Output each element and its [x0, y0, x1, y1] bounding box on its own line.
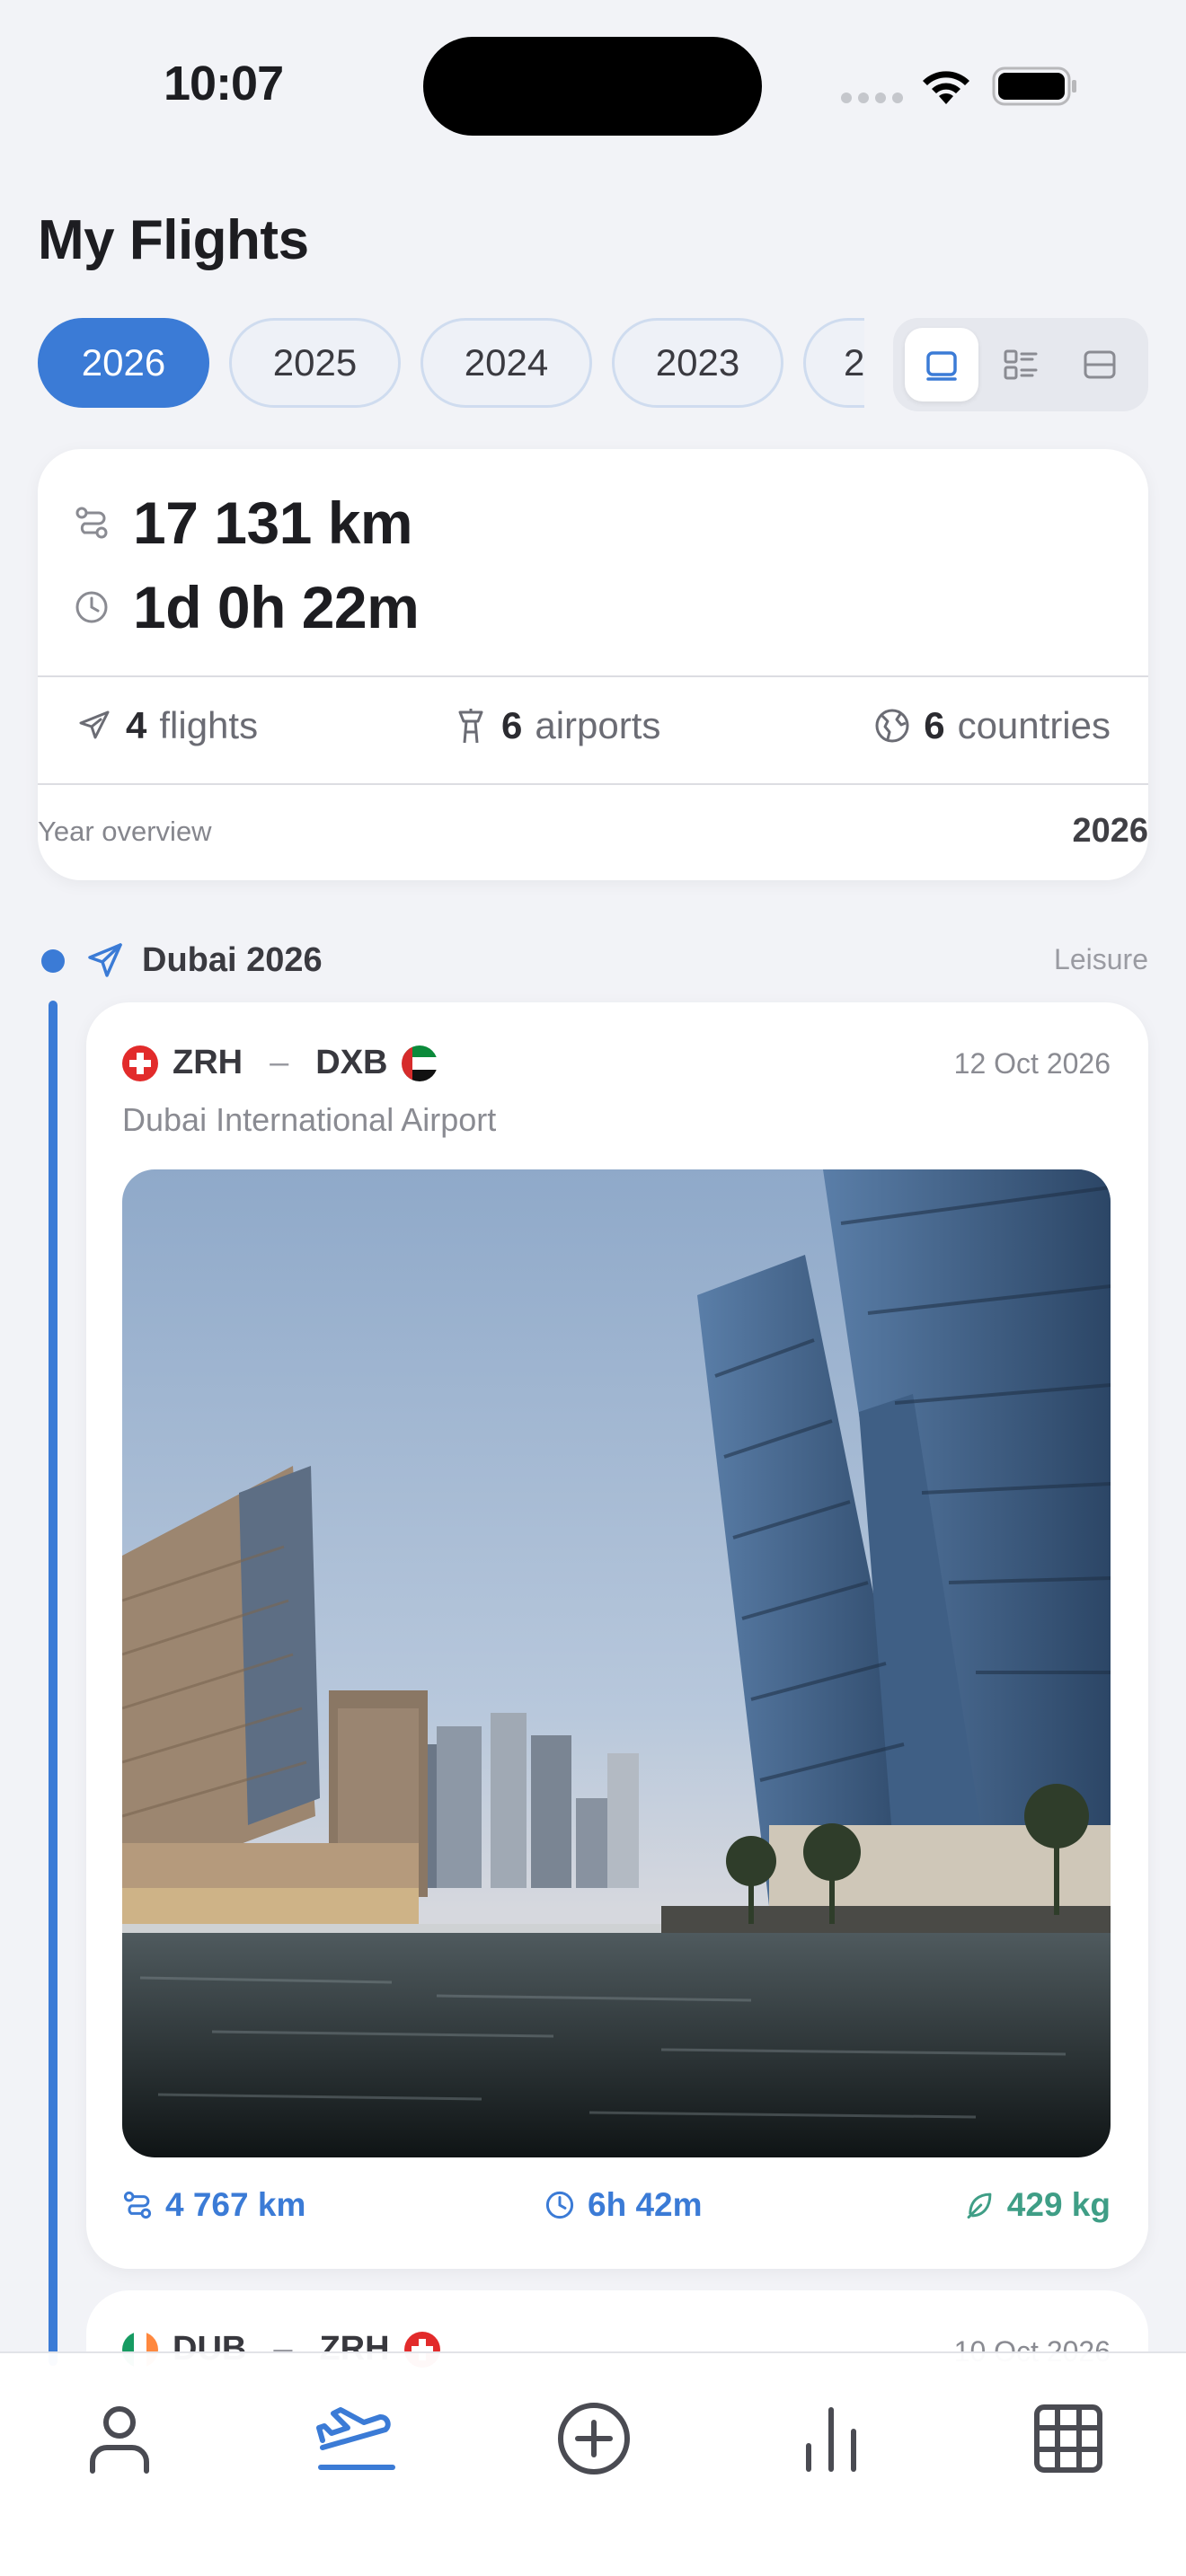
flight-metrics: 4 767 km 6h 42m 429 kg [122, 2186, 1111, 2235]
leaf-icon [967, 2192, 992, 2219]
year-chip-2025[interactable]: 2025 [229, 318, 401, 408]
compact-view-icon [1084, 350, 1116, 379]
status-bar: 10:07 [0, 0, 1186, 171]
flight-duration-value: 6h 42m [588, 2186, 703, 2223]
distance-value: 17 131 km [133, 490, 413, 556]
flights-count: 4 flights [75, 686, 258, 765]
countries-count-label: countries [957, 704, 1111, 746]
tab-bar [0, 2351, 1186, 2576]
origin-code: ZRH [173, 1044, 243, 1081]
destination-photo [122, 1169, 1111, 2157]
divider [38, 675, 1148, 677]
flight-distance-value: 4 767 km [165, 2186, 306, 2223]
route-icon [123, 2191, 152, 2219]
airports-count: 6 airports [453, 686, 660, 765]
flights-count-label: flights [159, 704, 259, 746]
profile-icon [90, 2406, 149, 2474]
list-view-button[interactable] [984, 328, 1058, 401]
timeline-dot [41, 949, 65, 973]
globe-icon [875, 709, 909, 743]
tab-flights[interactable] [307, 2389, 406, 2488]
flight-distance: 4 767 km [122, 2186, 305, 2224]
trip-name: Dubai 2026 [142, 941, 323, 979]
stats-icon [806, 2407, 856, 2472]
destination-code: DXB [315, 1044, 388, 1081]
flight-co2-value: 429 kg [1006, 2186, 1111, 2223]
paper-plane-icon [88, 943, 122, 977]
dynamic-island [423, 37, 762, 136]
tab-stats[interactable] [782, 2389, 881, 2488]
flight-card[interactable]: ZRH – DXB 12 Oct 2026 Dubai Internationa… [86, 1002, 1148, 2269]
destination-airport-name: Dubai International Airport [122, 1101, 497, 1138]
countries-count: 6 countries [873, 686, 1111, 765]
view-mode-toggle [893, 318, 1148, 411]
cards-view-button[interactable] [905, 328, 978, 401]
switzerland-flag-icon [122, 1045, 158, 1081]
duration-value: 1d 0h 22m [133, 574, 420, 640]
trip-header[interactable]: Dubai 2026 Leisure [38, 936, 1148, 986]
flights-icon [316, 2407, 395, 2470]
flight-route: ZRH – DXB [122, 1044, 438, 1082]
route-icon [75, 507, 108, 539]
year-filter: 2026 2025 2024 2023 2 [0, 318, 1186, 411]
clock-icon [75, 591, 108, 623]
cellular-signal-icon [841, 93, 903, 103]
clock-icon [545, 2191, 574, 2219]
list-view-icon [1004, 349, 1038, 380]
airports-count-label: airports [535, 704, 661, 746]
tab-add-flight[interactable] [544, 2389, 643, 2488]
trip-type: Leisure [1054, 943, 1148, 975]
flight-duration: 6h 42m [544, 2186, 703, 2224]
cards-view-icon [926, 351, 957, 381]
status-time: 10:07 [164, 57, 284, 110]
battery-icon [992, 66, 1076, 106]
year-overview-year: 2026 [1072, 812, 1148, 850]
countries-count-value: 6 [924, 704, 945, 746]
tab-profile[interactable] [70, 2389, 169, 2488]
year-overview-label: Year overview [38, 816, 212, 847]
uae-flag-icon [402, 1045, 438, 1081]
divider [38, 783, 1148, 785]
timeline-line [49, 1001, 58, 2366]
plane-icon [79, 710, 110, 739]
year-chip-2024[interactable]: 2024 [420, 318, 592, 408]
add-icon [558, 2403, 630, 2475]
wifi-icon [923, 71, 969, 104]
flights-count-value: 4 [126, 704, 147, 746]
route-separator: – [270, 1044, 289, 1081]
control-tower-icon [458, 709, 483, 744]
airports-count-value: 6 [501, 704, 523, 746]
compact-view-button[interactable] [1063, 328, 1137, 401]
year-chip-2022[interactable]: 2 [803, 318, 864, 408]
year-chip-2023[interactable]: 2023 [612, 318, 783, 408]
flight-date: 12 Oct 2026 [953, 1047, 1111, 1080]
year-chip-2026[interactable]: 2026 [38, 318, 209, 408]
page-title: My Flights [38, 209, 309, 271]
flight-co2: 429 kg [964, 2186, 1111, 2224]
total-duration: 1d 0h 22m [74, 573, 420, 641]
year-chip-scroll[interactable]: 2026 2025 2024 2023 2 [38, 318, 864, 411]
total-distance: 17 131 km [74, 489, 413, 557]
grid-icon [1034, 2404, 1102, 2473]
tab-grid[interactable] [1019, 2389, 1118, 2488]
